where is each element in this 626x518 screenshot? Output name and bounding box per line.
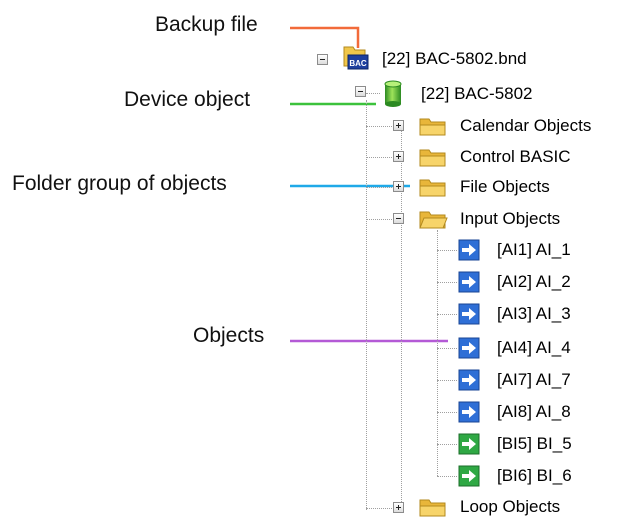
folder-icon: [419, 149, 446, 167]
hline-loop: [366, 508, 394, 509]
folder-icon: [419, 499, 446, 517]
hline-bi5: [437, 444, 457, 445]
hline-file: [366, 187, 394, 188]
bac-file-icon: BAC: [343, 46, 369, 70]
object-label: [AI7] AI_7: [497, 370, 571, 389]
hline-ai8: [437, 412, 457, 413]
folder-label: Calendar Objects: [460, 116, 592, 135]
object-label: [AI4] AI_4: [497, 338, 571, 357]
expand-toggle-file-objects[interactable]: [393, 181, 404, 192]
binary-input-icon: [458, 433, 480, 455]
folder-icon: [419, 179, 446, 197]
hline-bi6: [437, 476, 457, 477]
hline-device: [366, 93, 380, 94]
analog-input-icon: [458, 337, 480, 359]
hline-ai7: [437, 380, 457, 381]
svg-text:BAC: BAC: [349, 59, 367, 68]
hline-control: [366, 157, 394, 158]
object-label: [AI8] AI_8: [497, 402, 571, 421]
object-label: [AI2] AI_2: [497, 272, 571, 291]
folder-icon: [419, 118, 446, 136]
expand-toggle-loop-objects[interactable]: [393, 502, 404, 513]
tree-guide-inputs: [437, 230, 438, 476]
analog-input-icon: [458, 303, 480, 325]
analog-input-icon: [458, 271, 480, 293]
collapse-toggle-device[interactable]: [355, 86, 366, 97]
folder-label: File Objects: [460, 177, 550, 196]
device-label: [22] BAC-5802: [421, 84, 533, 103]
folder-label: Loop Objects: [460, 497, 561, 516]
tree-guide-device: [366, 100, 367, 510]
folder-label: Input Objects: [460, 209, 561, 228]
object-label: [BI6] BI_6: [497, 466, 572, 485]
collapse-toggle-backup[interactable]: [317, 54, 328, 65]
hline-input: [366, 219, 394, 220]
hline-calendar: [366, 126, 394, 127]
analog-input-icon: [458, 369, 480, 391]
hline-ai1: [437, 250, 457, 251]
object-label: [AI3] AI_3: [497, 304, 571, 323]
object-label: [AI1] AI_1: [497, 240, 571, 259]
expand-toggle-calendar[interactable]: [393, 120, 404, 131]
backup-file-label: [22] BAC-5802.bnd: [382, 49, 527, 68]
hline-ai4: [437, 348, 457, 349]
device-cylinder-icon: [384, 80, 402, 107]
folder-label: Control BASIC: [460, 147, 571, 166]
binary-input-icon: [458, 465, 480, 487]
hline-ai3: [437, 314, 457, 315]
analog-input-icon: [458, 401, 480, 423]
hline-ai2: [437, 282, 457, 283]
folder-open-icon: [419, 211, 448, 229]
expand-toggle-control-basic[interactable]: [393, 151, 404, 162]
object-label: [BI5] BI_5: [497, 434, 572, 453]
analog-input-icon: [458, 239, 480, 261]
collapse-toggle-input-objects[interactable]: [393, 213, 404, 224]
